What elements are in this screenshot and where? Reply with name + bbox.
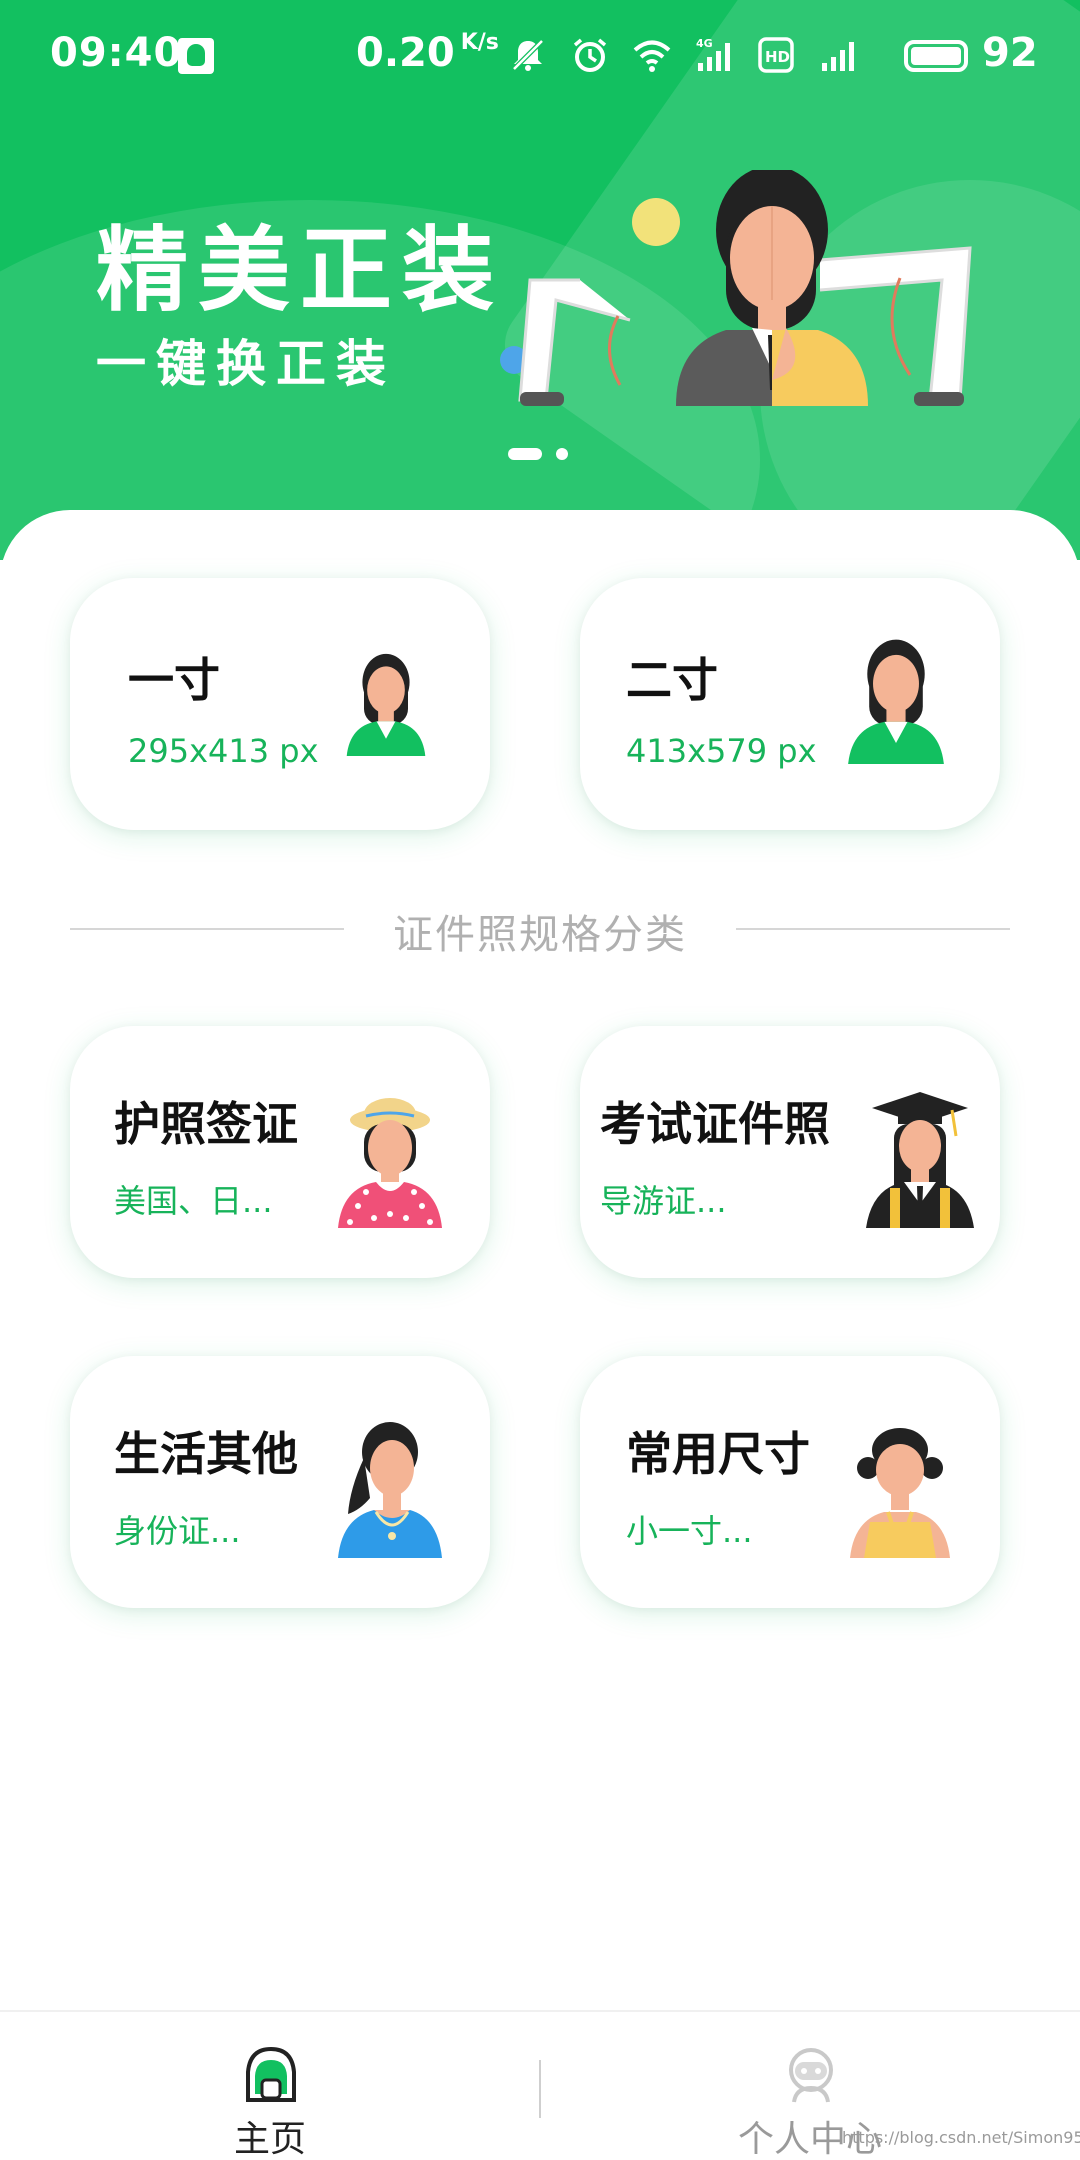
banner-subtitle: 一键换正装 <box>96 335 396 393</box>
card-subtitle: 295x413 px <box>128 732 319 770</box>
header-banner: 09:40 0.20 K/s 4G HD 92 精美正装 一键换正装 <box>0 0 1080 560</box>
svg-text:HD: HD <box>765 48 790 66</box>
nav-item-home[interactable]: 主页 <box>120 2032 420 2160</box>
card-title: 二寸 <box>626 653 718 707</box>
home-icon <box>246 2046 296 2102</box>
section-title: 证件照规格分类 <box>393 912 687 958</box>
card-one-inch[interactable]: 一寸 295x413 px <box>70 578 490 830</box>
card-subtitle: 导游证... <box>600 1182 727 1220</box>
banner-title: 精美正装 <box>96 217 505 324</box>
woman-blue-avatar-icon <box>338 1422 442 1558</box>
card-title: 考试证件照 <box>600 1097 830 1151</box>
woman-green-avatar-icon <box>848 639 944 764</box>
card-title: 常用尺寸 <box>626 1427 810 1481</box>
card-title: 生活其他 <box>114 1427 298 1481</box>
card-passport-visa[interactable]: 护照签证 美国、日... <box>70 1026 490 1278</box>
watermark-text: https://blog.csdn.net/Simon9535 <box>842 2128 1080 2147</box>
card-subtitle: 身份证... <box>114 1512 241 1550</box>
hd-icon: HD <box>758 37 794 73</box>
svg-text:4G: 4G <box>696 37 713 50</box>
card-daily-other[interactable]: 生活其他 身份证... <box>70 1356 490 1608</box>
card-subtitle: 413x579 px <box>626 732 817 770</box>
nav-label-home: 主页 <box>233 2119 306 2160</box>
divider-line-right <box>736 928 1010 930</box>
profile-icon <box>789 2048 833 2103</box>
card-exam-photo[interactable]: 考试证件照 导游证... <box>580 1026 1000 1278</box>
banner-pagination <box>508 448 568 460</box>
network-speed-value: 0.20 <box>356 30 455 76</box>
network-speed-unit: K/s <box>460 30 499 55</box>
mute-icon <box>512 39 544 71</box>
nav-separator <box>539 2060 541 2118</box>
alarm-icon <box>573 38 607 72</box>
card-subtitle: 小一寸... <box>626 1512 753 1550</box>
battery-level: 92 <box>982 30 1038 76</box>
wifi-icon <box>633 40 671 72</box>
battery-icon <box>904 40 968 72</box>
status-icons: 4G HD <box>508 32 858 78</box>
girl-yellow-avatar-icon <box>850 1428 950 1558</box>
network-speed: 0.20 K/s <box>356 30 499 76</box>
woman-green-avatar-icon <box>346 653 426 756</box>
card-title: 护照签证 <box>114 1097 298 1151</box>
card-subtitle: 美国、日... <box>114 1182 273 1220</box>
banner-illustration[interactable] <box>490 170 1010 430</box>
pagination-dot-active[interactable] <box>508 448 542 460</box>
status-time: 09:40 <box>50 30 183 76</box>
card-title: 一寸 <box>128 653 220 707</box>
signal-4g-icon: 4G <box>696 37 730 71</box>
qq-icon <box>178 38 214 74</box>
card-two-inch[interactable]: 二寸 413x579 px <box>580 578 1000 830</box>
signal-icon <box>822 42 854 71</box>
card-common-size[interactable]: 常用尺寸 小一寸... <box>580 1356 1000 1608</box>
pagination-dot[interactable] <box>556 448 568 460</box>
woman-hat-avatar-icon <box>338 1098 442 1228</box>
graduate-avatar-icon <box>866 1092 974 1228</box>
status-bar: 09:40 0.20 K/s 4G HD 92 <box>0 0 1080 112</box>
section-divider: 证件照规格分类 <box>70 892 1010 958</box>
